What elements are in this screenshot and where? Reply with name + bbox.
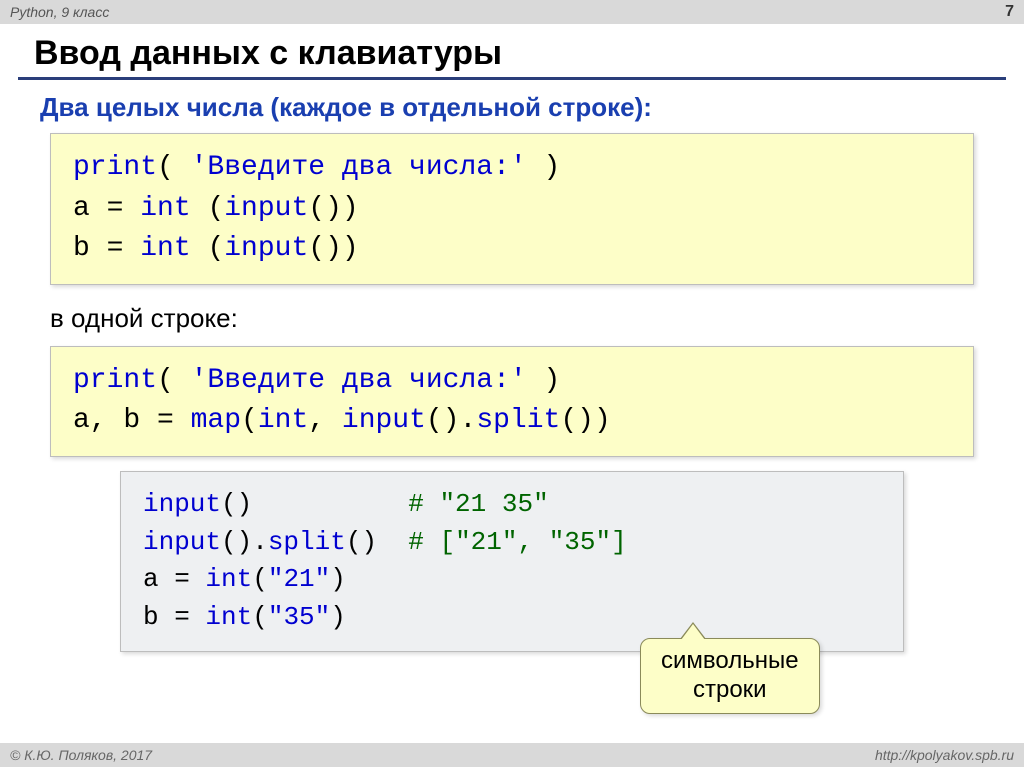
callout-line2: строки <box>693 676 767 703</box>
code-token: ( <box>252 564 268 594</box>
code-token: ( <box>191 233 225 264</box>
code-token: int <box>205 564 252 594</box>
code-token: int <box>140 233 190 264</box>
code-token: input <box>224 233 308 264</box>
code-token: b = <box>73 233 140 264</box>
header-left: Python, 9 класс <box>10 4 109 20</box>
code-token: int <box>140 193 190 224</box>
code-token: (). <box>221 527 268 557</box>
code-comment: # ["21", "35"] <box>408 527 626 557</box>
code-token: split <box>476 405 560 436</box>
page-title: Ввод данных с клавиатуры <box>0 24 1024 75</box>
code-token: ( <box>157 152 191 183</box>
code-token: ( <box>191 193 225 224</box>
code-token: a, b = <box>73 405 191 436</box>
code-block-2: print( 'Введите два числа:' ) a, b = map… <box>50 346 974 457</box>
inter-text: в одной строке: <box>0 299 1024 346</box>
code-token: 'Введите два числа:' <box>191 152 527 183</box>
code-token: a = <box>143 564 205 594</box>
subtitle: Два целых числа (каждое в отдельной стро… <box>0 92 1024 133</box>
code-token: print <box>73 152 157 183</box>
code-token: , <box>308 405 342 436</box>
code-token: ()) <box>560 405 610 436</box>
code-token: ( <box>241 405 258 436</box>
code-token: () <box>221 489 408 519</box>
code-token: input <box>143 489 221 519</box>
footer-right: http://kpolyakov.spb.ru <box>875 747 1014 763</box>
code-token: input <box>342 405 426 436</box>
footer-left: © К.Ю. Поляков, 2017 <box>10 747 152 763</box>
code-token: a = <box>73 193 140 224</box>
callout-tail <box>681 624 705 640</box>
code-block-1: print( 'Введите два числа:' ) a = int (i… <box>50 133 974 285</box>
code-comment: # "21 35" <box>408 489 548 519</box>
code-token: int <box>258 405 308 436</box>
code-token: b = <box>143 602 205 632</box>
code-token: "35" <box>268 602 330 632</box>
code-token: (). <box>426 405 476 436</box>
code-token: split <box>268 527 346 557</box>
code-token: map <box>191 405 241 436</box>
code-token: ) <box>330 602 346 632</box>
code-block-3: input() # "21 35" input().split() # ["21… <box>120 471 904 652</box>
callout-line1: символьные <box>661 647 799 674</box>
page-number: 7 <box>1005 3 1014 21</box>
code-token: ) <box>527 365 561 396</box>
code-token: () <box>346 527 408 557</box>
code-token: int <box>205 602 252 632</box>
code-token: "21" <box>268 564 330 594</box>
code-token: ( <box>157 365 191 396</box>
code-token: ( <box>252 602 268 632</box>
code-token: ) <box>330 564 346 594</box>
header-bar: Python, 9 класс 7 <box>0 0 1024 24</box>
footer-bar: © К.Ю. Поляков, 2017 http://kpolyakov.sp… <box>0 743 1024 767</box>
title-underline <box>18 77 1006 80</box>
callout-bubble: символьные строки <box>640 638 820 714</box>
code-token: 'Введите два числа:' <box>191 365 527 396</box>
code-token: input <box>224 193 308 224</box>
code-token: ) <box>527 152 561 183</box>
code-token: print <box>73 365 157 396</box>
code-token: ()) <box>308 233 358 264</box>
code-token: ()) <box>308 193 358 224</box>
code-token: input <box>143 527 221 557</box>
